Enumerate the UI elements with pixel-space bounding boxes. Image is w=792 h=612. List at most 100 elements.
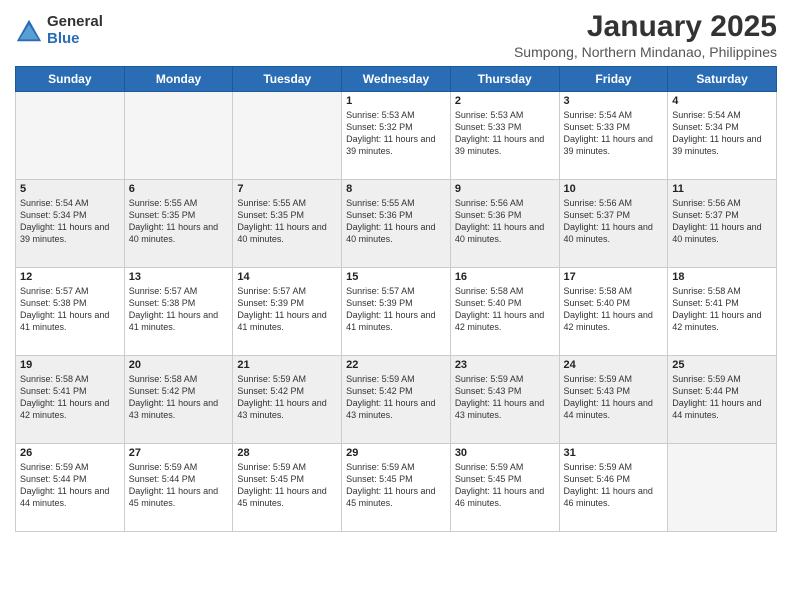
day-number: 13 [129,271,229,283]
cell-info: Sunrise: 5:59 AM Sunset: 5:44 PM Dayligh… [129,461,229,510]
cell-info: Sunrise: 5:54 AM Sunset: 5:33 PM Dayligh… [564,109,664,158]
cell-info: Sunrise: 5:53 AM Sunset: 5:32 PM Dayligh… [346,109,446,158]
cell-1-7: 4 Sunrise: 5:54 AM Sunset: 5:34 PM Daylig… [668,92,777,180]
day-number: 20 [129,359,229,371]
day-number: 17 [564,271,664,283]
day-number: 15 [346,271,446,283]
header: General Blue January 2025 Sumpong, North… [15,10,777,60]
cell-info: Sunrise: 5:59 AM Sunset: 5:43 PM Dayligh… [564,373,664,422]
calendar-subtitle: Sumpong, Northern Mindanao, Philippines [514,44,777,60]
cell-3-5: 16 Sunrise: 5:58 AM Sunset: 5:40 PM Dayli… [450,268,559,356]
cell-2-6: 10 Sunrise: 5:56 AM Sunset: 5:37 PM Dayli… [559,180,668,268]
cell-info: Sunrise: 5:56 AM Sunset: 5:37 PM Dayligh… [564,197,664,246]
cell-1-3 [233,92,342,180]
day-number: 28 [237,447,337,459]
cell-info: Sunrise: 5:59 AM Sunset: 5:43 PM Dayligh… [455,373,555,422]
day-number: 31 [564,447,664,459]
day-number: 21 [237,359,337,371]
header-friday: Friday [559,67,668,92]
day-number: 24 [564,359,664,371]
cell-3-1: 12 Sunrise: 5:57 AM Sunset: 5:38 PM Dayli… [16,268,125,356]
day-number: 5 [20,183,120,195]
cell-4-6: 24 Sunrise: 5:59 AM Sunset: 5:43 PM Dayli… [559,356,668,444]
cell-4-3: 21Sunrise: 5:59 AM Sunset: 5:42 PM Dayli… [233,356,342,444]
logo-icon [15,17,43,45]
week-row-3: 12 Sunrise: 5:57 AM Sunset: 5:38 PM Dayli… [16,268,777,356]
cell-info: Sunrise: 5:58 AM Sunset: 5:40 PM Dayligh… [564,285,664,334]
cell-2-7: 11 Sunrise: 5:56 AM Sunset: 5:37 PM Dayli… [668,180,777,268]
cell-1-1 [16,92,125,180]
cell-2-4: 8 Sunrise: 5:55 AM Sunset: 5:36 PM Daylig… [342,180,451,268]
week-row-1: 1 Sunrise: 5:53 AM Sunset: 5:32 PM Daylig… [16,92,777,180]
week-row-4: 19 Sunrise: 5:58 AM Sunset: 5:41 PM Dayli… [16,356,777,444]
cell-5-6: 31 Sunrise: 5:59 AM Sunset: 5:46 PM Dayli… [559,444,668,532]
week-row-2: 5 Sunrise: 5:54 AM Sunset: 5:34 PM Daylig… [16,180,777,268]
day-number: 6 [129,183,229,195]
logo-text: General Blue [47,14,103,47]
calendar-title: January 2025 [514,10,777,44]
day-number: 30 [455,447,555,459]
cell-3-2: 13 Sunrise: 5:57 AM Sunset: 5:38 PM Dayli… [124,268,233,356]
day-number: 14 [237,271,337,283]
cell-info: Sunrise: 5:59 AM Sunset: 5:44 PM Dayligh… [20,461,120,510]
cell-2-5: 9Sunrise: 5:56 AM Sunset: 5:36 PM Daylig… [450,180,559,268]
logo: General Blue [15,14,103,47]
header-saturday: Saturday [668,67,777,92]
cell-info: Sunrise: 5:57 AM Sunset: 5:39 PM Dayligh… [237,285,337,334]
cell-info: Sunrise: 5:58 AM Sunset: 5:41 PM Dayligh… [20,373,120,422]
cell-3-7: 18 Sunrise: 5:58 AM Sunset: 5:41 PM Dayli… [668,268,777,356]
day-number: 18 [672,271,772,283]
day-number: 7 [237,183,337,195]
day-number: 1 [346,95,446,107]
cell-info: Sunrise: 5:59 AM Sunset: 5:45 PM Dayligh… [346,461,446,510]
cell-3-4: 15Sunrise: 5:57 AM Sunset: 5:39 PM Dayli… [342,268,451,356]
cell-5-2: 27 Sunrise: 5:59 AM Sunset: 5:44 PM Dayli… [124,444,233,532]
cell-info: Sunrise: 5:59 AM Sunset: 5:45 PM Dayligh… [237,461,337,510]
cell-info: Sunrise: 5:55 AM Sunset: 5:35 PM Dayligh… [129,197,229,246]
cell-5-5: 30 Sunrise: 5:59 AM Sunset: 5:45 PM Dayli… [450,444,559,532]
day-number: 23 [455,359,555,371]
day-number: 3 [564,95,664,107]
cell-info: Sunrise: 5:53 AM Sunset: 5:33 PM Dayligh… [455,109,555,158]
day-number: 2 [455,95,555,107]
day-number: 4 [672,95,772,107]
cell-info: Sunrise: 5:54 AM Sunset: 5:34 PM Dayligh… [20,197,120,246]
cell-1-5: 2 Sunrise: 5:53 AM Sunset: 5:33 PM Daylig… [450,92,559,180]
cell-info: Sunrise: 5:56 AM Sunset: 5:36 PM Dayligh… [455,197,555,246]
day-number: 10 [564,183,664,195]
day-number: 16 [455,271,555,283]
logo-blue: Blue [47,31,103,48]
day-number: 27 [129,447,229,459]
cell-info: Sunrise: 5:57 AM Sunset: 5:38 PM Dayligh… [129,285,229,334]
cell-info: Sunrise: 5:59 AM Sunset: 5:45 PM Dayligh… [455,461,555,510]
title-section: January 2025 Sumpong, Northern Mindanao,… [514,10,777,60]
cell-info: Sunrise: 5:58 AM Sunset: 5:40 PM Dayligh… [455,285,555,334]
cell-5-1: 26 Sunrise: 5:59 AM Sunset: 5:44 PM Dayli… [16,444,125,532]
cell-info: Sunrise: 5:58 AM Sunset: 5:41 PM Dayligh… [672,285,772,334]
cell-info: Sunrise: 5:55 AM Sunset: 5:36 PM Dayligh… [346,197,446,246]
calendar-table: SundayMondayTuesdayWednesdayThursdayFrid… [15,66,777,532]
header-thursday: Thursday [450,67,559,92]
day-number: 12 [20,271,120,283]
day-number: 29 [346,447,446,459]
header-monday: Monday [124,67,233,92]
cell-info: Sunrise: 5:54 AM Sunset: 5:34 PM Dayligh… [672,109,772,158]
cell-1-4: 1 Sunrise: 5:53 AM Sunset: 5:32 PM Daylig… [342,92,451,180]
cell-info: Sunrise: 5:57 AM Sunset: 5:38 PM Dayligh… [20,285,120,334]
cell-info: Sunrise: 5:58 AM Sunset: 5:42 PM Dayligh… [129,373,229,422]
day-number: 11 [672,183,772,195]
day-number: 19 [20,359,120,371]
cell-4-1: 19 Sunrise: 5:58 AM Sunset: 5:41 PM Dayli… [16,356,125,444]
cell-info: Sunrise: 5:56 AM Sunset: 5:37 PM Dayligh… [672,197,772,246]
day-number: 26 [20,447,120,459]
header-sunday: Sunday [16,67,125,92]
cell-info: Sunrise: 5:59 AM Sunset: 5:46 PM Dayligh… [564,461,664,510]
week-row-5: 26 Sunrise: 5:59 AM Sunset: 5:44 PM Dayli… [16,444,777,532]
cell-5-4: 29 Sunrise: 5:59 AM Sunset: 5:45 PM Dayli… [342,444,451,532]
cell-3-6: 17 Sunrise: 5:58 AM Sunset: 5:40 PM Dayli… [559,268,668,356]
cell-info: Sunrise: 5:59 AM Sunset: 5:42 PM Dayligh… [346,373,446,422]
day-number: 8 [346,183,446,195]
header-tuesday: Tuesday [233,67,342,92]
cell-1-2 [124,92,233,180]
cell-5-3: 28 Sunrise: 5:59 AM Sunset: 5:45 PM Dayli… [233,444,342,532]
